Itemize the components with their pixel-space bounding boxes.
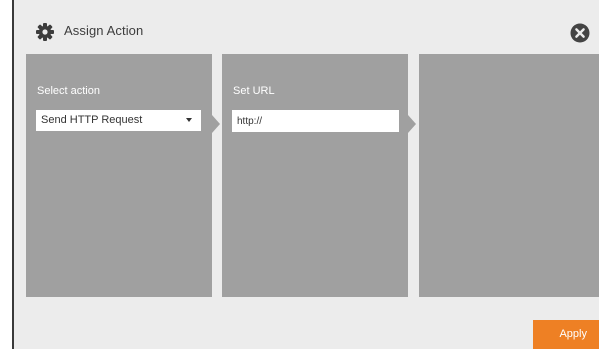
dialog-title: Assign Action — [64, 23, 144, 38]
step-arrow — [212, 115, 220, 133]
set-url-panel: Set URL — [222, 54, 408, 297]
close-icon[interactable] — [570, 23, 590, 43]
action-select[interactable]: Send HTTP Request — [36, 110, 201, 131]
set-url-label: Set URL — [233, 85, 275, 97]
action-select-value: Send HTTP Request — [41, 114, 143, 126]
empty-step-panel — [419, 54, 599, 297]
select-action-label: Select action — [37, 85, 100, 97]
gear-icon — [35, 22, 55, 42]
step-arrow — [408, 115, 416, 133]
caret-down-icon — [186, 118, 192, 122]
url-input[interactable] — [232, 110, 399, 132]
apply-button[interactable]: Apply — [533, 320, 599, 349]
assign-action-dialog: Assign Action Select action Send HTTP Re… — [12, 0, 599, 349]
dialog-title-bar: Assign Action — [14, 0, 599, 52]
select-action-panel: Select action Send HTTP Request — [26, 54, 212, 297]
